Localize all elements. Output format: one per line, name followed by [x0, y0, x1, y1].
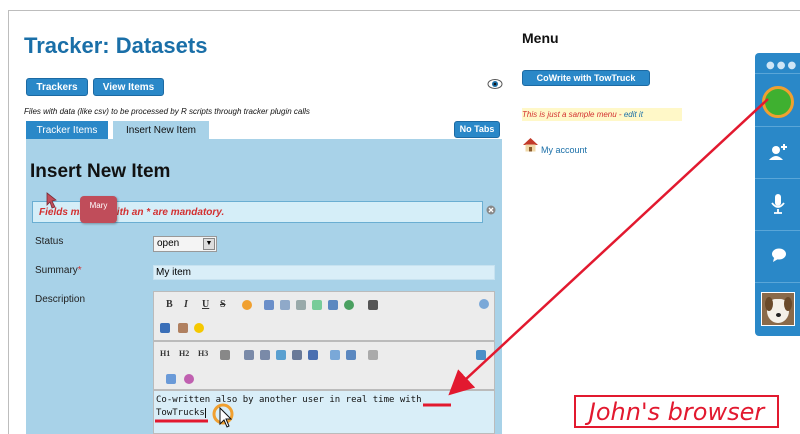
- undo-icon[interactable]: [166, 374, 176, 384]
- more-icon[interactable]: ●●●: [766, 60, 798, 71]
- editor-toolbar-bottom: H1 H2 H3: [153, 341, 495, 390]
- trackers-button[interactable]: Trackers: [26, 78, 88, 96]
- summary-label: Summary*: [35, 265, 82, 276]
- editor-text-1: Co-written also by another user in real …: [156, 395, 400, 405]
- required-marker: *: [77, 265, 82, 276]
- self-avatar-cell[interactable]: [755, 73, 800, 126]
- no-tabs-button[interactable]: No Tabs: [454, 121, 500, 138]
- collaborator-tag: Mary: [80, 196, 117, 223]
- text-caret: [204, 407, 206, 418]
- edit-menu-link[interactable]: edit it: [624, 110, 643, 119]
- align-icon[interactable]: [220, 350, 230, 360]
- mandatory-note: Fields marked with an * are mandatory.: [39, 207, 225, 218]
- link-icon[interactable]: [296, 300, 306, 310]
- page-title: Tracker: Datasets: [24, 33, 208, 58]
- table-icon[interactable]: [292, 350, 302, 360]
- copy-icon[interactable]: [280, 300, 290, 310]
- editor-line-1: Co-written also by another user in real …: [156, 394, 492, 407]
- cowrite-button[interactable]: CoWrite with TowTruck: [522, 70, 650, 86]
- peer-avatar[interactable]: [761, 292, 795, 326]
- description-editor[interactable]: Co-written also by another user in real …: [153, 390, 495, 434]
- globe-icon[interactable]: [344, 300, 354, 310]
- eye-icon[interactable]: [487, 78, 503, 90]
- italic-button[interactable]: I: [184, 299, 188, 310]
- document-icon[interactable]: [346, 350, 356, 360]
- source-icon[interactable]: [368, 350, 378, 360]
- editor-text-2: TowTrucks: [156, 408, 205, 418]
- insert-link-icon[interactable]: [276, 350, 286, 360]
- maximize-icon[interactable]: [476, 350, 486, 360]
- smiley-icon[interactable]: [194, 323, 204, 333]
- bold-button[interactable]: B: [166, 299, 173, 310]
- h3-button[interactable]: H3: [198, 349, 208, 358]
- summary-label-text: Summary: [35, 265, 78, 276]
- remote-cursor-pointer-icon: [212, 403, 234, 428]
- microphone-cell[interactable]: [755, 178, 800, 230]
- add-user-cell[interactable]: [755, 126, 800, 178]
- status-label: Status: [35, 236, 64, 247]
- tab-insert-new-item[interactable]: Insert New Item: [113, 121, 209, 140]
- bullet-list-icon[interactable]: [244, 350, 254, 360]
- underline-button[interactable]: U: [202, 299, 209, 310]
- editor-toolbar-top: B I U S: [153, 291, 495, 341]
- chat-cell[interactable]: [755, 230, 800, 282]
- unlink-icon[interactable]: [312, 300, 322, 310]
- summary-input[interactable]: My item: [153, 265, 495, 280]
- my-account-link[interactable]: My account: [541, 145, 587, 155]
- tab-tracker-items[interactable]: Tracker Items: [26, 121, 108, 140]
- help-icon[interactable]: [479, 299, 489, 309]
- h2-button[interactable]: H2: [179, 349, 189, 358]
- self-avatar[interactable]: [762, 86, 794, 118]
- form-heading: Insert New Item: [30, 161, 171, 182]
- close-icon[interactable]: [486, 205, 496, 215]
- color-icon[interactable]: [242, 300, 252, 310]
- chat-icon[interactable]: [770, 247, 788, 263]
- home-icon: [523, 138, 538, 152]
- numbered-list-icon[interactable]: [260, 350, 270, 360]
- add-user-icon[interactable]: [767, 141, 789, 163]
- status-value: open: [157, 238, 180, 249]
- chevron-down-icon: ▼: [203, 238, 215, 250]
- binoculars-icon[interactable]: [368, 300, 378, 310]
- editor-line-2: TowTrucks: [156, 407, 492, 420]
- cube-icon[interactable]: [178, 323, 188, 333]
- view-items-button[interactable]: View Items: [93, 78, 164, 96]
- h1-button[interactable]: H1: [160, 349, 170, 358]
- sample-note-text: This is just a sample menu -: [522, 110, 624, 119]
- spellcheck-icon[interactable]: [160, 323, 170, 333]
- image-icon[interactable]: [264, 300, 274, 310]
- john-browser-label: John's browser: [574, 395, 779, 428]
- plugin-icon[interactable]: [184, 374, 194, 384]
- peer-avatar-cell[interactable]: [755, 282, 800, 336]
- microphone-icon[interactable]: [769, 193, 787, 215]
- editor-text-with: with: [399, 395, 422, 405]
- save-icon[interactable]: [328, 300, 338, 310]
- tracker-description: Files with data (like csv) to be process…: [24, 107, 310, 116]
- media-icon[interactable]: [308, 350, 318, 360]
- status-select[interactable]: open ▼: [153, 236, 217, 252]
- remote-cursor-icon: [46, 192, 57, 209]
- menu-heading: Menu: [522, 30, 559, 46]
- strike-button[interactable]: S: [220, 299, 226, 310]
- description-label: Description: [35, 294, 86, 305]
- sample-menu-note: This is just a sample menu - edit it: [522, 108, 682, 121]
- page-break-icon[interactable]: [330, 350, 340, 360]
